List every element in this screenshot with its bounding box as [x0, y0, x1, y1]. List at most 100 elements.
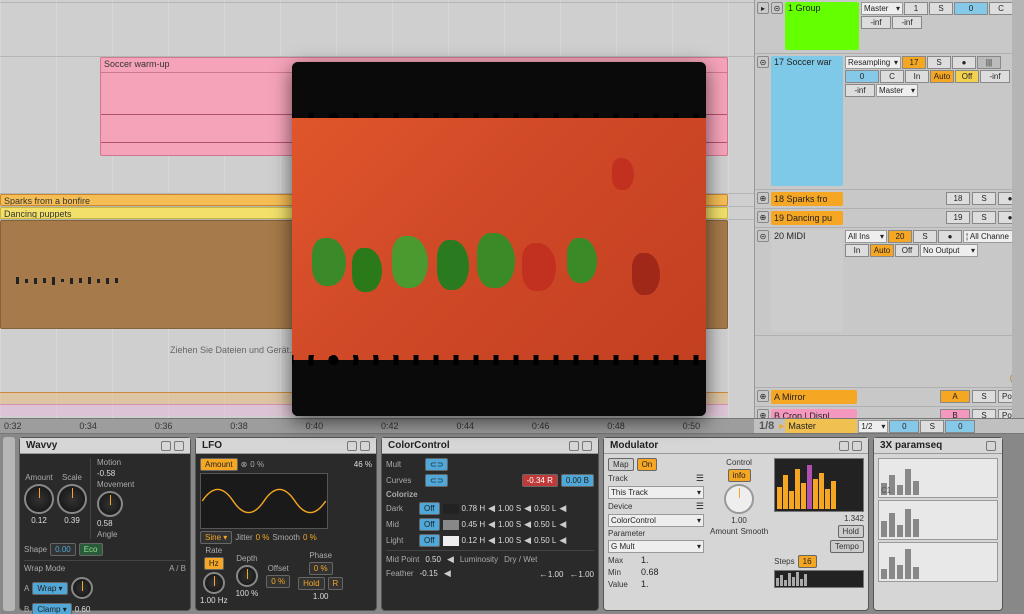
vertical-scrollbar[interactable]	[1012, 0, 1024, 430]
midi-in-route[interactable]: All Ins▾	[845, 230, 887, 243]
save-icon[interactable]	[161, 441, 171, 451]
master-send[interactable]: 0	[889, 420, 919, 433]
solo-button[interactable]: S	[972, 192, 996, 205]
paramseq-lane-2[interactable]	[878, 500, 998, 540]
hz-button[interactable]: Hz	[204, 557, 224, 570]
record-button[interactable]: ●	[952, 56, 976, 69]
send-a-label[interactable]: A Mirror	[771, 390, 857, 404]
track-label-sparks[interactable]: 18 Sparks fro	[771, 192, 843, 206]
collapse-icon[interactable]: ⊕	[757, 211, 769, 223]
record-button[interactable]: ●	[938, 230, 962, 243]
solo-button[interactable]: S	[913, 230, 937, 243]
steps-value[interactable]: 16	[798, 555, 817, 568]
master-div[interactable]: 1/2▾	[858, 420, 888, 433]
midi-num[interactable]: 20	[888, 230, 912, 243]
track-label-dancing[interactable]: 19 Dancing pu	[771, 211, 843, 225]
solo-button[interactable]: S	[929, 2, 953, 15]
offset-value[interactable]: 0 %	[266, 575, 290, 588]
device-title-bar[interactable]: LFO	[196, 438, 376, 454]
r-button[interactable]: R	[328, 577, 344, 590]
wrap-a-mode[interactable]: Wrap ▾	[32, 582, 67, 595]
tempo-button[interactable]: Tempo	[830, 540, 864, 553]
track-select[interactable]: This Track▾	[608, 486, 704, 499]
time-ruler[interactable]: 0:320:340:360:380:400:420:440:460:480:50	[0, 418, 754, 434]
power-icon[interactable]	[582, 441, 592, 451]
collapse-icon[interactable]: ⊝	[771, 2, 783, 14]
hold-button[interactable]: Hold	[838, 525, 864, 538]
soccer-route[interactable]: Resampling▾	[845, 56, 901, 69]
soccer-num[interactable]: 17	[902, 56, 926, 69]
master-val[interactable]: 0	[945, 420, 975, 433]
collapse-icon[interactable]: ⊝	[757, 230, 769, 242]
list-icon[interactable]: ☰	[696, 473, 704, 484]
mid-off[interactable]: Off	[419, 518, 440, 531]
collapse-icon[interactable]: ⊝	[757, 56, 769, 68]
group-route[interactable]: Master▾	[861, 2, 903, 15]
device-handle[interactable]	[3, 437, 15, 611]
depth-knob[interactable]	[236, 565, 258, 587]
hold-button[interactable]: Hold	[298, 577, 324, 590]
mod-on[interactable]: On	[637, 458, 658, 471]
track-label-group[interactable]: 1 Group	[785, 2, 859, 50]
power-icon[interactable]	[174, 441, 184, 451]
auto-button[interactable]: Auto	[870, 244, 894, 257]
wrap-b-mode[interactable]: Clamp ▾	[32, 603, 71, 614]
light-off[interactable]: Off	[419, 534, 440, 547]
lfo-amount-tab[interactable]: Amount	[200, 458, 238, 471]
auto-button[interactable]: Auto	[930, 70, 954, 83]
soccer-master[interactable]: Master▾	[876, 84, 918, 97]
map-button[interactable]: Map	[608, 458, 634, 471]
in-button[interactable]: In	[845, 244, 869, 257]
device-title-bar[interactable]: 3X paramseq	[874, 438, 1002, 454]
group-num[interactable]: 1	[904, 2, 928, 15]
solo-button[interactable]: S	[920, 420, 944, 433]
solo-button[interactable]: S	[972, 211, 996, 224]
curves-toggle[interactable]: ⊂⊃	[425, 474, 448, 487]
scale-knob[interactable]	[57, 484, 87, 514]
phase-value[interactable]: 0 %	[309, 562, 333, 575]
device-title-bar[interactable]: Wavvy	[20, 438, 190, 454]
amount-knob[interactable]	[24, 484, 54, 514]
paramseq-lane-3[interactable]	[878, 542, 998, 582]
video-preview-window[interactable]	[292, 62, 706, 416]
device-title-bar[interactable]: ColorControl	[382, 438, 598, 454]
device-select[interactable]: ColorControl▾	[608, 514, 704, 527]
power-icon[interactable]	[360, 441, 370, 451]
dancing-num[interactable]: 19	[946, 211, 970, 224]
group-c[interactable]: C	[989, 2, 1013, 15]
off-button[interactable]: Off	[895, 244, 919, 257]
solo-button[interactable]: S	[972, 390, 996, 403]
collapse-icon[interactable]: ⊕	[757, 192, 769, 204]
eco-button[interactable]: Eco	[79, 543, 103, 556]
fold-icon[interactable]: ▸	[757, 2, 769, 14]
power-icon[interactable]	[852, 441, 862, 451]
curves-r[interactable]: -0.34 R	[522, 474, 558, 487]
collapse-icon[interactable]: ⊕	[757, 390, 769, 402]
shape-value[interactable]: 0.00	[50, 543, 76, 556]
midi-out[interactable]: No Output▾	[920, 244, 978, 257]
track-label-soccer[interactable]: 17 Soccer war	[771, 56, 843, 186]
wrap-knob[interactable]	[71, 577, 93, 599]
list-icon[interactable]: ☰	[696, 501, 704, 512]
control-knob[interactable]	[724, 484, 754, 514]
movement-knob[interactable]	[97, 491, 123, 517]
param-select[interactable]: G Mult▾	[608, 540, 704, 553]
device-title-bar[interactable]: Modulator	[604, 438, 868, 454]
curves-b[interactable]: 0.00 B	[561, 474, 594, 487]
save-icon[interactable]	[986, 441, 996, 451]
lfo-wave-select[interactable]: Sine ▾	[200, 531, 232, 544]
in-button[interactable]: In	[905, 70, 929, 83]
solo-button[interactable]: S	[927, 56, 951, 69]
soccer-c[interactable]: C	[880, 70, 904, 83]
track-label-midi[interactable]: 20 MIDI	[771, 230, 843, 332]
soccer-send[interactable]: 0	[845, 70, 879, 83]
rate-knob[interactable]	[203, 572, 225, 594]
paramseq-lane-1[interactable]: C1	[878, 458, 998, 498]
dark-off[interactable]: Off	[419, 502, 440, 515]
send-a-num[interactable]: A	[940, 390, 970, 403]
sparks-num[interactable]: 18	[946, 192, 970, 205]
off-button[interactable]: Off	[955, 70, 979, 83]
save-icon[interactable]	[569, 441, 579, 451]
save-icon[interactable]	[839, 441, 849, 451]
save-icon[interactable]	[347, 441, 357, 451]
